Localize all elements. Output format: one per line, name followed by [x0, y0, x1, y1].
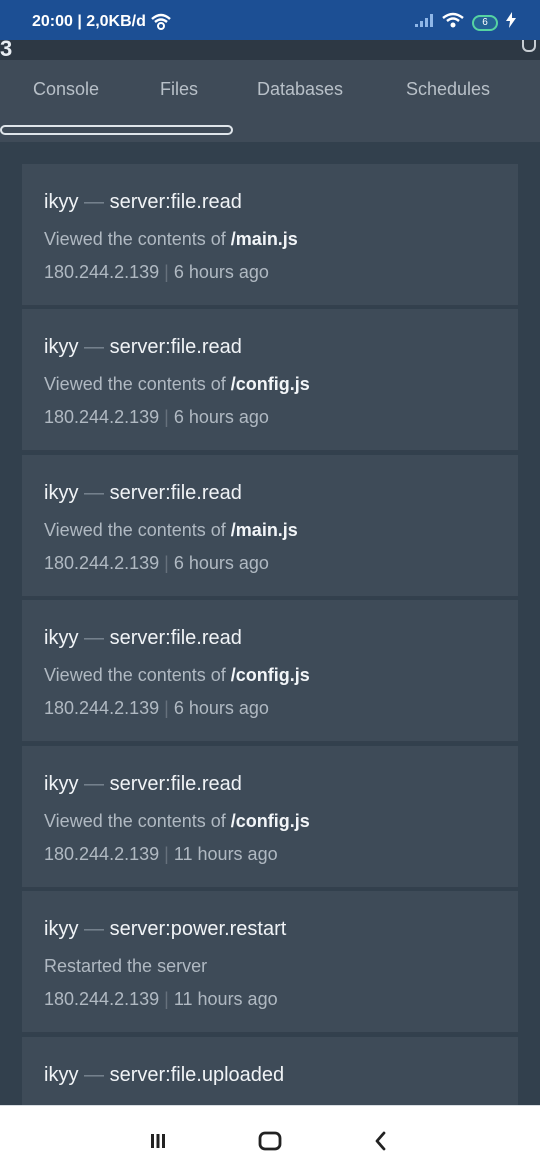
activity-desc-text: Viewed the contents of [44, 374, 231, 394]
meta-divider: | [164, 407, 169, 427]
activity-meta: 180.244.2.139 | 6 hours ago [44, 698, 269, 719]
activity-ip: 180.244.2.139 [44, 844, 160, 864]
status-wifi-icon [150, 12, 172, 35]
activity-ip: 180.244.2.139 [44, 989, 160, 1009]
activity-file-path: /config.js [230, 665, 310, 685]
activity-user: ikyy [44, 773, 79, 795]
activity-separator: — [84, 1064, 105, 1086]
activity-event: server:file.read [109, 191, 242, 213]
activity-desc-text: Viewed the contents of [44, 811, 231, 831]
activity-meta: 180.244.2.139 | 6 hours ago [44, 407, 269, 428]
activity-title: ikyy — server:file.read [44, 627, 242, 650]
activity-item[interactable]: ikyy — server:file.read Viewed the conte… [22, 164, 518, 307]
meta-divider: | [164, 844, 169, 864]
activity-time: 6 hours ago [173, 262, 269, 282]
wifi-icon [442, 12, 464, 33]
activity-event: server:file.read [109, 482, 242, 504]
tab-schedules[interactable]: Schedules [406, 79, 490, 100]
system-nav-bar [0, 1105, 540, 1171]
activity-desc-text: Viewed the contents of [44, 520, 231, 540]
activity-item[interactable]: ikyy — server:file.read Viewed the conte… [22, 746, 518, 889]
activity-description: Restarted the server [44, 956, 207, 977]
signal-bars-icon [414, 12, 434, 33]
tab-console[interactable]: Console [33, 79, 99, 100]
activity-title: ikyy — server:file.read [44, 336, 242, 359]
activity-title: ikyy — server:file.read [44, 482, 242, 505]
activity-item[interactable]: ikyy — server:file.read Viewed the conte… [22, 309, 518, 452]
activity-description: Viewed the contents of /main.js [44, 229, 298, 250]
header-glyph: 3 [0, 36, 13, 61]
activity-separator: — [84, 918, 105, 940]
activity-user: ikyy [44, 627, 79, 649]
activity-title: ikyy — server:file.read [44, 191, 242, 214]
activity-separator: — [84, 191, 105, 213]
activity-event: server:file.read [109, 627, 242, 649]
charging-bolt-icon [506, 12, 516, 33]
home-icon[interactable] [255, 1126, 285, 1156]
activity-user: ikyy [44, 191, 79, 213]
activity-item[interactable]: ikyy — server:file.uploaded [22, 1037, 518, 1105]
activity-ip: 180.244.2.139 [44, 407, 160, 427]
activity-item[interactable]: ikyy — server:power.restart Restarted th… [22, 891, 518, 1034]
activity-user: ikyy [44, 336, 79, 358]
activity-file-path: /main.js [230, 520, 298, 540]
activity-time: 11 hours ago [173, 989, 278, 1009]
activity-time: 11 hours ago [173, 844, 278, 864]
activity-ip: 180.244.2.139 [44, 553, 160, 573]
back-icon[interactable] [366, 1126, 396, 1156]
activity-meta: 180.244.2.139 | 6 hours ago [44, 553, 269, 574]
tab-databases[interactable]: Databases [257, 79, 343, 100]
activity-event: server:file.read [109, 773, 242, 795]
activity-user: ikyy [44, 482, 79, 504]
activity-desc-text: Viewed the contents of [44, 665, 231, 685]
tab-bar: Console Files Databases Schedules [0, 60, 540, 142]
activity-description: Viewed the contents of /config.js [44, 665, 310, 686]
activity-item[interactable]: ikyy — server:file.read Viewed the conte… [22, 455, 518, 598]
activity-meta: 180.244.2.139 | 6 hours ago [44, 262, 269, 283]
activity-event: server:power.restart [109, 918, 287, 940]
activity-separator: — [84, 482, 105, 504]
status-time: 20:00 | 2,0KB/d [32, 13, 146, 30]
meta-divider: | [164, 698, 169, 718]
activity-separator: — [84, 627, 105, 649]
activity-desc-text: Restarted the server [44, 956, 208, 976]
activity-file-path: /config.js [230, 811, 310, 831]
activity-list: ikyy — server:file.read Viewed the conte… [0, 142, 540, 1105]
activity-user: ikyy [44, 1064, 79, 1086]
meta-divider: | [164, 262, 169, 282]
activity-ip: 180.244.2.139 [44, 698, 160, 718]
activity-description: Viewed the contents of /main.js [44, 520, 298, 541]
activity-description: Viewed the contents of /config.js [44, 811, 310, 832]
activity-ip: 180.244.2.139 [44, 262, 160, 282]
activity-time: 6 hours ago [173, 407, 269, 427]
activity-time: 6 hours ago [173, 553, 269, 573]
activity-title: ikyy — server:file.read [44, 773, 242, 796]
activity-title: ikyy — server:file.uploaded [44, 1064, 284, 1087]
scroll-handle[interactable] [522, 40, 536, 52]
tab-files[interactable]: Files [160, 79, 198, 100]
header-strip: 3 [0, 36, 540, 61]
activity-user: ikyy [44, 918, 79, 940]
activity-item[interactable]: ikyy — server:file.read Viewed the conte… [22, 600, 518, 743]
activity-file-path: /config.js [230, 374, 310, 394]
activity-file-path: /main.js [230, 229, 298, 249]
activity-separator: — [84, 773, 105, 795]
activity-event: server:file.read [109, 336, 242, 358]
battery-icon: 6 [472, 14, 498, 31]
menu-icon[interactable] [143, 1126, 173, 1156]
activity-time: 6 hours ago [173, 698, 269, 718]
activity-event: server:file.uploaded [109, 1064, 285, 1086]
tab-scroll-indicator [0, 125, 233, 135]
activity-title: ikyy — server:power.restart [44, 918, 286, 941]
activity-meta: 180.244.2.139 | 11 hours ago [44, 844, 278, 865]
status-bar: 20:00 | 2,0KB/d 6 [0, 0, 540, 40]
meta-divider: | [164, 989, 169, 1009]
meta-divider: | [164, 553, 169, 573]
activity-description: Viewed the contents of /config.js [44, 374, 310, 395]
activity-meta: 180.244.2.139 | 11 hours ago [44, 989, 278, 1010]
activity-separator: — [84, 336, 105, 358]
activity-desc-text: Viewed the contents of [44, 229, 231, 249]
